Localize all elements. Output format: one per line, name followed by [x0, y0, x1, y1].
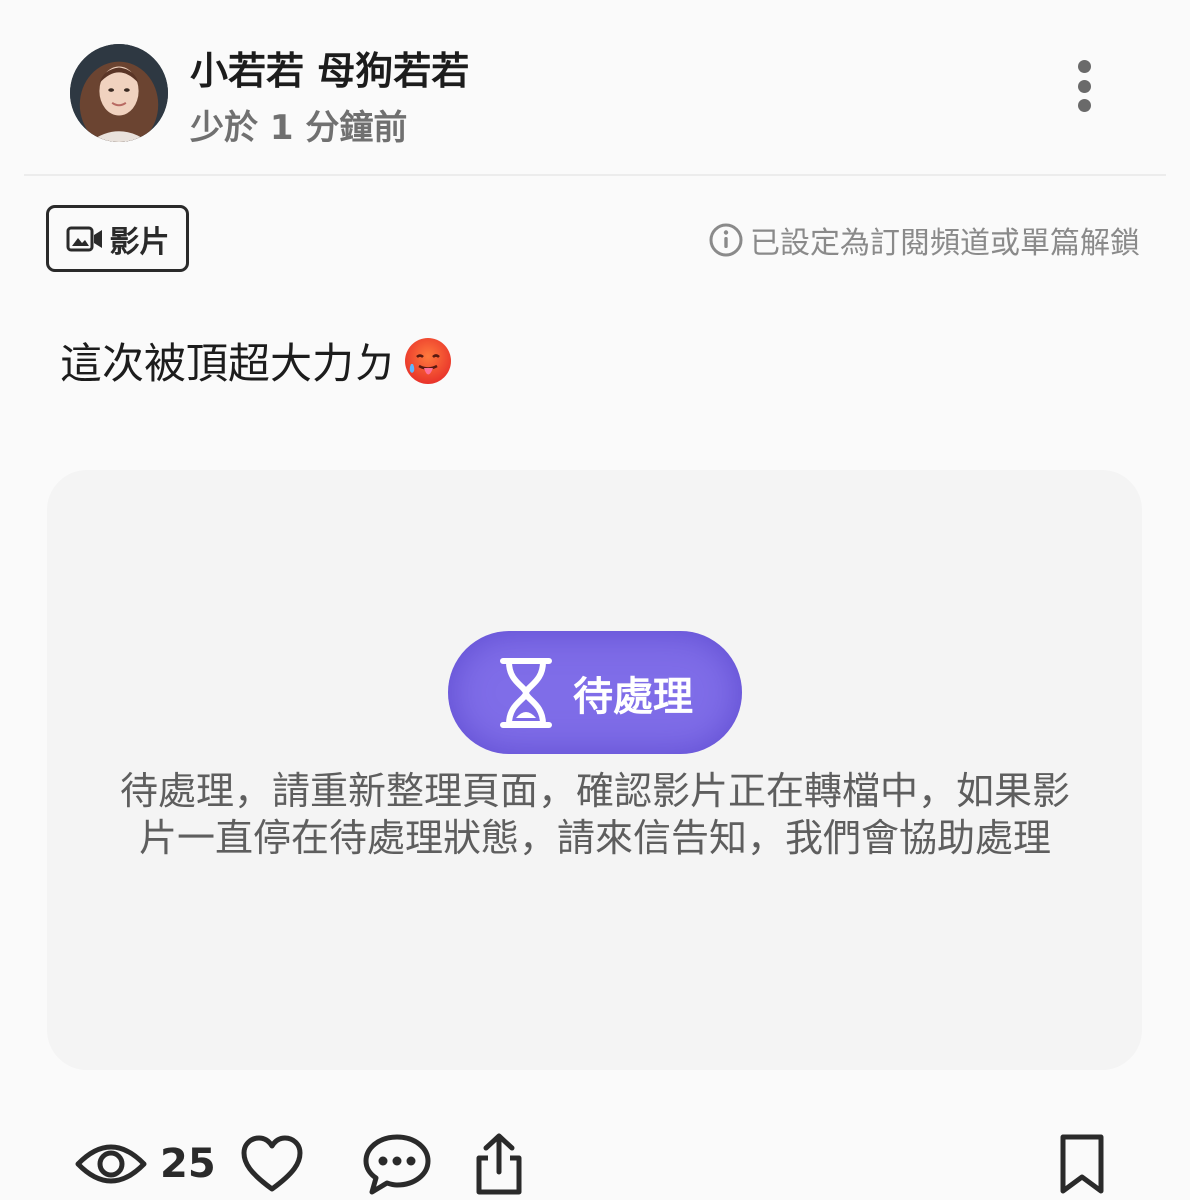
bookmark-button[interactable]	[1058, 1128, 1106, 1200]
views-count: 25	[160, 1141, 216, 1187]
pending-status-message: 待處理，請重新整理頁面，確認影片正在轉檔中，如果影片一直停在待處理狀態，請來信告…	[120, 769, 1071, 860]
more-options-button[interactable]	[1062, 56, 1106, 116]
pending-status-badge: 待處理	[448, 631, 742, 754]
post-actions: 25	[0, 1128, 1190, 1200]
post-header: 小若若 母狗若若 少於 1 分鐘前	[0, 0, 1190, 176]
lock-info[interactable]: 已設定為訂閱頻道或單篇解鎖	[708, 218, 1140, 262]
author-name[interactable]: 小若若 母狗若若	[190, 40, 469, 95]
post-timestamp: 少於 1 分鐘前	[190, 108, 408, 148]
bookmark-icon	[1060, 1134, 1104, 1194]
header-divider	[24, 174, 1166, 176]
avatar[interactable]	[70, 44, 168, 142]
more-dot	[1077, 99, 1091, 112]
share-button[interactable]	[474, 1128, 524, 1200]
like-button[interactable]	[240, 1128, 304, 1200]
pending-status-label: 待處理	[573, 673, 693, 720]
caption-text: 這次被頂超大力ㄉ	[60, 339, 397, 388]
post-type-chip: 影片	[46, 205, 189, 272]
lock-info-text: 已設定為訂閱頻道或單篇解鎖	[750, 226, 1140, 261]
post-page: 小若若 母狗若若 少於 1 分鐘前 影片 已設定為訂閱頻道或單篇解鎖 這次被頂超…	[0, 0, 1190, 1200]
chat-bubble-icon	[363, 1134, 431, 1195]
eye-icon	[75, 1144, 147, 1184]
views-stat: 25	[74, 1128, 216, 1200]
comment-button[interactable]	[362, 1128, 432, 1200]
post-type-label: 影片	[109, 224, 170, 260]
more-vertical-icon	[1077, 60, 1091, 73]
info-circle-icon	[709, 223, 743, 257]
more-dot	[1077, 79, 1091, 93]
share-icon	[476, 1133, 522, 1195]
post-caption: 這次被頂超大力ㄉ	[60, 330, 454, 391]
hourglass-icon	[500, 657, 552, 728]
heart-icon	[241, 1135, 303, 1192]
avatar-image	[70, 44, 168, 142]
video-camera-icon	[66, 226, 102, 251]
hot-face-emoji	[405, 337, 452, 384]
